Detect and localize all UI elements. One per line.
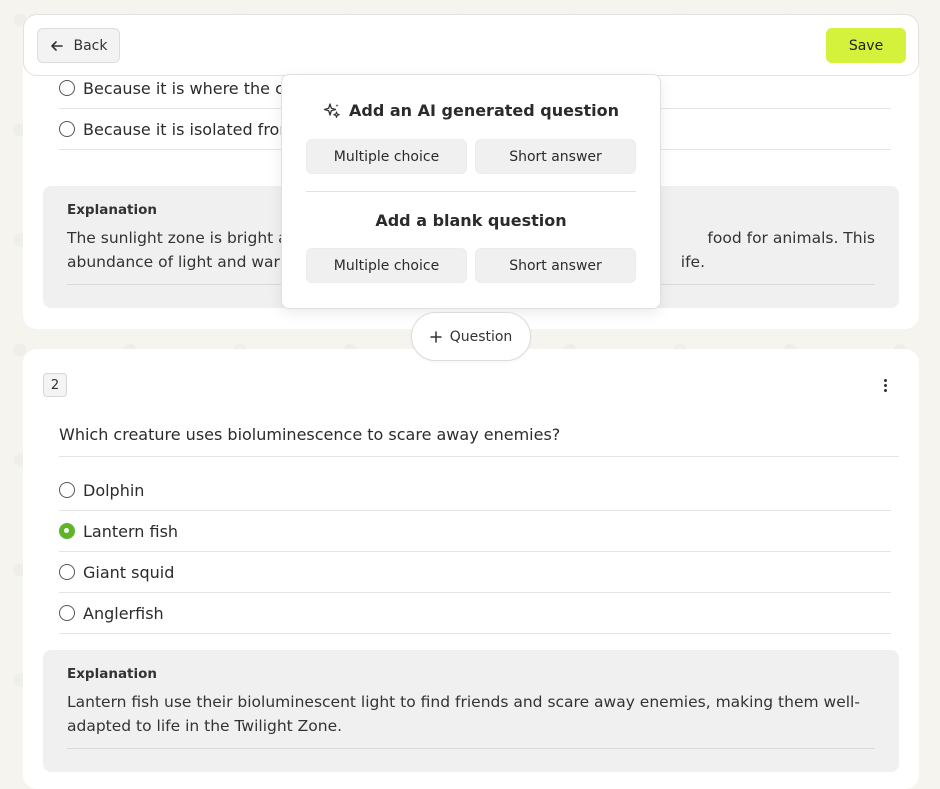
more-options-icon[interactable]	[877, 376, 893, 394]
option-text: Lantern fish	[83, 521, 179, 541]
add-question-label: Question	[449, 328, 513, 345]
ai-short-answer-button[interactable]: Short answer	[475, 139, 636, 174]
radio-button[interactable]	[59, 482, 75, 498]
explanation-text-right: food for animals. This	[707, 229, 875, 247]
option-text: Dolphin	[83, 480, 145, 500]
add-question-button[interactable]: Question	[411, 312, 531, 361]
explanation-box: Explanation Lantern fish use their biolu…	[43, 650, 899, 772]
arrow-left-icon	[50, 40, 63, 51]
explanation-text-left: The sunlight zone is bright a	[67, 229, 288, 247]
radio-button[interactable]	[59, 564, 75, 580]
explanation-label: Explanation	[67, 666, 158, 682]
radio-button[interactable]	[59, 605, 75, 621]
explanation-text[interactable]: Lantern fish use their bioluminescent li…	[67, 690, 875, 749]
ai-question-heading: Add an AI generated question	[282, 101, 660, 120]
question-text[interactable]: Which creature uses bioluminescence to s…	[59, 425, 899, 457]
blank-multiple-choice-button[interactable]: Multiple choice	[306, 248, 467, 283]
option-text: Because it is isolated from	[83, 119, 295, 139]
radio-button-selected[interactable]	[59, 523, 75, 539]
back-button[interactable]: Back	[37, 28, 120, 63]
explanation-text-left-2: abundance of light and warm	[67, 253, 295, 271]
divider	[306, 191, 636, 192]
question-card-2: 2 Which creature uses bioluminescence to…	[23, 349, 919, 789]
sparkles-icon	[323, 102, 340, 118]
back-label: Back	[73, 37, 108, 54]
radio-button[interactable]	[59, 80, 75, 96]
ai-heading-text: Add an AI generated question	[348, 101, 619, 120]
question-number-badge: 2	[43, 373, 67, 397]
add-question-popover: Add an AI generated question Multiple ch…	[281, 74, 661, 309]
explanation-text-right-2: ife.	[680, 253, 705, 271]
option-3[interactable]: Giant squid	[59, 552, 891, 593]
radio-button[interactable]	[59, 121, 75, 137]
blank-short-answer-button[interactable]: Short answer	[475, 248, 636, 283]
option-text: Because it is where the co	[83, 78, 294, 98]
save-button[interactable]: Save	[826, 28, 906, 63]
top-bar: Back Save	[23, 14, 919, 76]
option-4[interactable]: Anglerfish	[59, 593, 891, 634]
option-1[interactable]: Dolphin	[59, 470, 891, 511]
option-text: Giant squid	[83, 562, 175, 582]
blank-question-heading: Add a blank question	[375, 211, 567, 230]
plus-icon	[429, 330, 442, 343]
option-text: Anglerfish	[83, 603, 164, 623]
option-2[interactable]: Lantern fish	[59, 511, 891, 552]
ai-multiple-choice-button[interactable]: Multiple choice	[306, 139, 467, 174]
